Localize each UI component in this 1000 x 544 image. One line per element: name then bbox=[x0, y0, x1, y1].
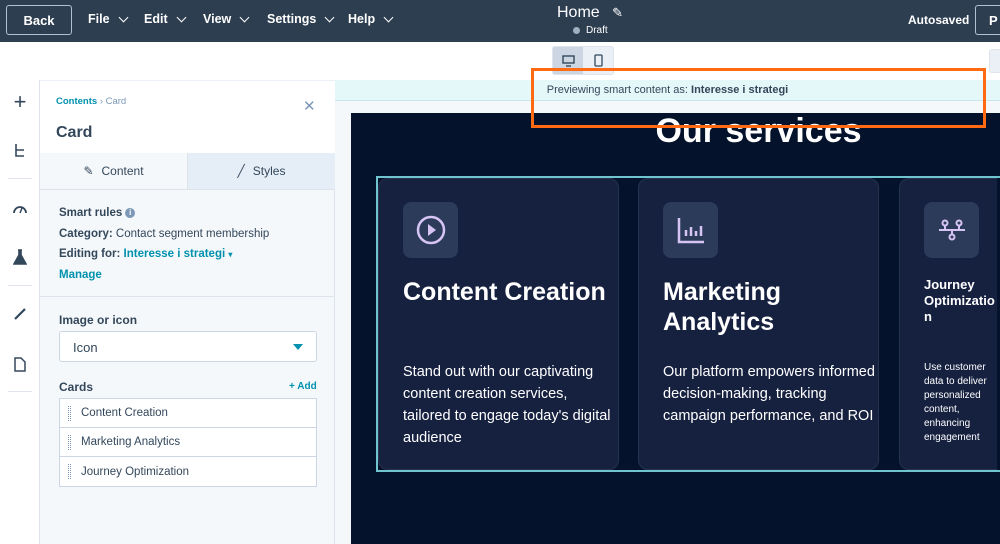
play-circle-icon bbox=[403, 202, 458, 258]
menu-view[interactable]: View bbox=[203, 12, 250, 26]
menu-edit[interactable]: Edit bbox=[144, 12, 187, 26]
panel-title: Card bbox=[56, 124, 93, 141]
divider bbox=[8, 391, 32, 392]
cards-list: Content Creation Marketing Analytics Jou… bbox=[59, 398, 317, 487]
card-body: Use customer data to deliver personalize… bbox=[924, 362, 987, 443]
search-button[interactable] bbox=[989, 49, 1000, 73]
service-card[interactable]: Marketing Analytics Our platform empower… bbox=[638, 178, 879, 470]
menu-label: Help bbox=[348, 12, 376, 26]
tab-label: Content bbox=[101, 164, 144, 178]
smart-rules-heading: Smart rules i bbox=[59, 207, 136, 219]
menu-label: File bbox=[88, 12, 110, 26]
card-body: Stand out with our captivating content c… bbox=[403, 364, 611, 446]
back-button[interactable]: Back bbox=[6, 5, 72, 35]
mobile-icon bbox=[593, 54, 603, 67]
service-card[interactable]: Journey Optimization Use customer data t… bbox=[899, 178, 997, 470]
list-item-label: Content Creation bbox=[81, 407, 168, 419]
menu-label: Edit bbox=[144, 12, 168, 26]
highlight-annotation-box bbox=[531, 68, 986, 128]
chevron-down-icon bbox=[176, 12, 187, 22]
menu-label: Settings bbox=[267, 12, 317, 26]
status-text: Draft bbox=[586, 25, 608, 36]
list-item[interactable]: Content Creation bbox=[60, 399, 316, 428]
divider bbox=[8, 178, 32, 179]
image-or-icon-select[interactable]: Icon bbox=[59, 331, 317, 362]
breadcrumb-contents-link[interactable]: Contents bbox=[56, 96, 97, 107]
tab-styles[interactable]: ╱ Styles bbox=[187, 153, 335, 189]
page-title-text: Home bbox=[557, 4, 600, 21]
image-or-icon-label: Image or icon bbox=[59, 313, 138, 327]
journey-nodes-icon bbox=[924, 202, 979, 258]
list-item-label: Marketing Analytics bbox=[81, 436, 181, 448]
chevron-down-icon bbox=[324, 12, 335, 22]
service-card[interactable]: Content Creation Stand out with our capt… bbox=[378, 178, 619, 470]
autosaved-status: Autosaved bbox=[908, 13, 970, 27]
caret-down-icon[interactable]: ▾ bbox=[228, 250, 232, 259]
flask-test-icon[interactable] bbox=[10, 247, 30, 267]
left-rail: + bbox=[0, 80, 40, 544]
layers-tree-icon[interactable] bbox=[10, 141, 30, 161]
performance-gauge-icon[interactable] bbox=[10, 199, 30, 219]
pencil-icon[interactable]: ✎ bbox=[612, 5, 623, 20]
close-icon[interactable]: ✕ bbox=[303, 97, 316, 115]
publish-button[interactable]: P bbox=[975, 5, 1000, 35]
panel-tabs: ✎ Content ╱ Styles bbox=[40, 153, 335, 190]
status-dot-icon bbox=[573, 27, 580, 34]
page-title[interactable]: Home ✎ bbox=[557, 4, 623, 22]
chevron-down-icon bbox=[239, 12, 250, 22]
chevron-down-icon bbox=[118, 12, 128, 22]
menu-help[interactable]: Help bbox=[348, 12, 394, 26]
top-bar: Back File Edit View Settings Help Home ✎… bbox=[0, 0, 1000, 42]
select-value: Icon bbox=[73, 340, 98, 355]
category-label: Category: bbox=[59, 228, 113, 240]
page-canvas: Our services Content Creation Stand out … bbox=[351, 113, 1000, 544]
breadcrumb-separator: › bbox=[99, 96, 103, 107]
editing-for-label: Editing for: bbox=[59, 248, 121, 260]
editing-for-dropdown[interactable]: Interesse i strategi bbox=[124, 248, 226, 260]
smart-rules-label: Smart rules bbox=[59, 207, 123, 219]
list-item[interactable]: Journey Optimization bbox=[60, 457, 316, 486]
category-value: Contact segment membership bbox=[115, 228, 270, 240]
breadcrumb: Contents › Card bbox=[56, 96, 126, 107]
menu-settings[interactable]: Settings bbox=[267, 12, 335, 26]
list-item-label: Journey Optimization bbox=[81, 465, 190, 478]
cards-label: Cards bbox=[59, 380, 94, 394]
caret-down-icon bbox=[293, 344, 303, 350]
preview-area: Previewing smart content as: Interesse i… bbox=[335, 80, 1000, 544]
breadcrumb-current: Card bbox=[105, 96, 127, 107]
add-icon[interactable]: + bbox=[10, 89, 30, 114]
manage-link[interactable]: Manage bbox=[59, 269, 102, 281]
list-item[interactable]: Marketing Analytics bbox=[60, 428, 316, 457]
card-title: Marketing Analytics bbox=[663, 278, 782, 336]
tab-label: Styles bbox=[252, 164, 286, 178]
status-badge: Draft bbox=[573, 25, 608, 36]
info-icon[interactable]: i bbox=[125, 208, 136, 218]
tab-content[interactable]: ✎ Content bbox=[40, 153, 187, 189]
category-row: Category: Contact segment membership bbox=[59, 228, 269, 240]
brush-icon: ╱ bbox=[237, 164, 245, 178]
brush-icon[interactable] bbox=[10, 304, 30, 324]
menu-label: View bbox=[203, 12, 232, 26]
card-title: Journey Optimization bbox=[924, 277, 995, 324]
add-card-button[interactable]: + Add bbox=[289, 381, 317, 392]
page-icon[interactable] bbox=[10, 354, 30, 374]
divider bbox=[8, 285, 32, 286]
smart-rules-section: Smart rules i Category: Contact segment m… bbox=[40, 190, 335, 297]
drag-handle-icon[interactable] bbox=[68, 464, 71, 479]
card-title: Content Creation bbox=[403, 278, 606, 306]
drag-handle-icon[interactable] bbox=[68, 405, 71, 421]
editing-for-row: Editing for: Interesse i strategi ▾ bbox=[59, 248, 232, 260]
menu-file[interactable]: File bbox=[88, 12, 128, 26]
card-body: Our platform empowers informed decision-… bbox=[663, 364, 875, 424]
card-editor-panel: Contents › Card ✕ Card ✎ Content ╱ Styles … bbox=[40, 80, 335, 544]
cards-module[interactable]: Content Creation Stand out with our capt… bbox=[376, 176, 1000, 472]
bar-chart-icon bbox=[663, 202, 718, 258]
pencil-icon: ✎ bbox=[83, 164, 94, 178]
panel-header: Contents › Card ✕ Card bbox=[40, 80, 335, 153]
chevron-down-icon bbox=[383, 12, 394, 22]
desktop-icon bbox=[561, 54, 575, 67]
drag-handle-icon[interactable] bbox=[68, 434, 71, 450]
